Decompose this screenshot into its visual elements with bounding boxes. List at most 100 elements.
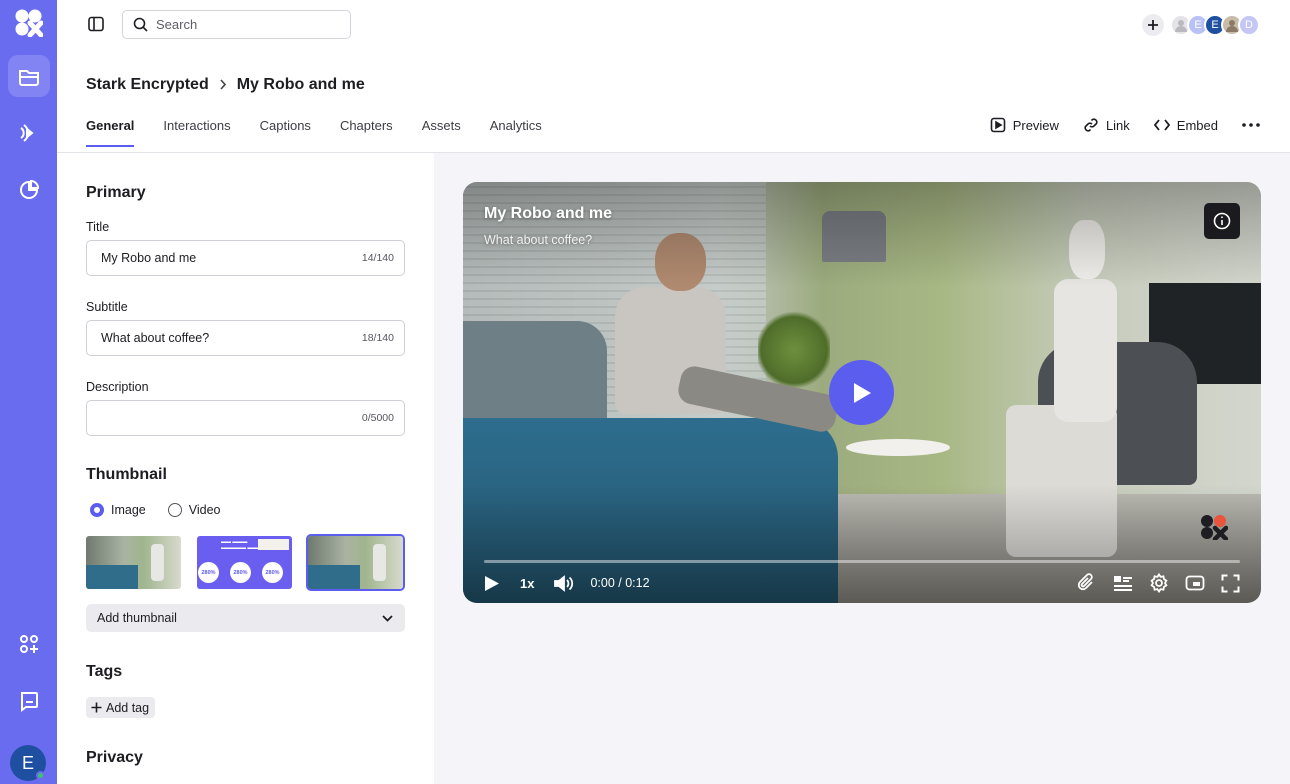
thumbnail-options: ▬▬ ▬▬▬ ▬▬▬▬▬ ▬▬▬ 280% 280% 280% bbox=[86, 534, 405, 591]
radio-video[interactable]: Video bbox=[167, 503, 221, 517]
title-char-count: 14/140 bbox=[361, 252, 394, 264]
privacy-heading: Privacy bbox=[86, 749, 143, 766]
add-tag-button[interactable]: Add tag bbox=[86, 697, 156, 718]
add-thumbnail-label: Add thumbnail bbox=[97, 611, 177, 625]
playback-speed-button[interactable]: 1x bbox=[520, 576, 534, 591]
thumbnail-scene-image bbox=[86, 536, 181, 589]
description-label: Description bbox=[86, 380, 149, 394]
subtitle-field[interactable]: What about coffee? 18/140 bbox=[86, 320, 405, 356]
radio-image[interactable]: Image bbox=[90, 503, 146, 517]
description-field[interactable]: 0/5000 bbox=[86, 400, 405, 436]
promo-card bbox=[258, 539, 289, 550]
chat-icon bbox=[18, 690, 40, 712]
radio-video-label: Video bbox=[188, 503, 221, 517]
link-button[interactable]: Link bbox=[1083, 117, 1130, 133]
plus-icon bbox=[91, 702, 102, 713]
breadcrumb-parent[interactable]: Stark Encrypted bbox=[86, 76, 209, 94]
tab-interactions[interactable]: Interactions bbox=[163, 118, 230, 147]
code-icon bbox=[1153, 118, 1170, 132]
subtitle-value: What about coffee? bbox=[101, 331, 210, 345]
user-avatar-initial: E bbox=[21, 752, 34, 773]
analytics-icon bbox=[18, 179, 40, 201]
rail-apps-button[interactable] bbox=[8, 623, 50, 665]
volume-icon[interactable] bbox=[554, 574, 574, 592]
tab-analytics[interactable]: Analytics bbox=[490, 118, 542, 147]
player-controls: 1x 0:00 / 0:12 bbox=[484, 573, 1240, 593]
search-input[interactable] bbox=[156, 17, 326, 32]
tab-captions[interactable]: Captions bbox=[260, 118, 311, 147]
rail-library-button[interactable] bbox=[8, 55, 50, 97]
preview-area: My Robo and me What about coffee? 1x 0:0… bbox=[434, 153, 1290, 784]
add-tag-label: Add tag bbox=[106, 700, 150, 715]
play-icon[interactable] bbox=[484, 575, 500, 592]
sidebar-toggle-icon[interactable] bbox=[87, 15, 105, 33]
preview-label: Preview bbox=[1012, 117, 1059, 133]
video-info-button[interactable] bbox=[1204, 203, 1240, 239]
app-logo-icon[interactable] bbox=[14, 8, 44, 38]
big-play-button[interactable] bbox=[829, 360, 894, 425]
rail-chat-button[interactable] bbox=[8, 680, 50, 722]
thumbnail-option-scene[interactable] bbox=[86, 536, 181, 589]
chevron-down-icon bbox=[382, 614, 393, 622]
embed-button[interactable]: Embed bbox=[1153, 117, 1218, 133]
user-avatar[interactable]: E bbox=[10, 745, 46, 781]
thumbnail-heading: Thumbnail bbox=[86, 466, 167, 483]
chevron-right-icon bbox=[219, 77, 227, 93]
thumbnail-option-scene-selected[interactable] bbox=[306, 534, 405, 591]
video-subtitle-overlay: What about coffee? bbox=[484, 233, 593, 247]
collaborator-initial: D bbox=[1245, 19, 1253, 31]
rail-live-button[interactable] bbox=[8, 112, 50, 154]
progress-bar[interactable] bbox=[484, 560, 1240, 563]
tags-heading: Tags bbox=[86, 663, 123, 680]
subtitle-char-count: 18/140 bbox=[361, 332, 394, 344]
video-title-overlay: My Robo and me bbox=[484, 205, 613, 222]
rail-analytics-button[interactable] bbox=[8, 169, 50, 211]
promo-stat-circle: 280% bbox=[230, 562, 251, 583]
promo-stat-circle: 280% bbox=[262, 562, 283, 583]
collaborator-initial: E bbox=[1194, 19, 1202, 31]
thumbnail-type-radios: Image Video bbox=[90, 503, 221, 517]
thumbnail-scene-image bbox=[308, 536, 403, 589]
miniplayer-icon[interactable] bbox=[1185, 575, 1205, 591]
breadcrumb: Stark Encrypted My Robo and me bbox=[86, 76, 365, 94]
title-value: My Robo and me bbox=[101, 251, 197, 265]
primary-heading: Primary bbox=[86, 184, 146, 201]
play-icon bbox=[852, 382, 872, 404]
tab-chapters[interactable]: Chapters bbox=[340, 118, 393, 147]
breadcrumb-current: My Robo and me bbox=[236, 76, 365, 93]
attachment-icon[interactable] bbox=[1077, 573, 1097, 593]
embed-label: Embed bbox=[1176, 117, 1218, 133]
plus-icon bbox=[1147, 19, 1159, 31]
tab-bar: General Interactions Captions Chapters A… bbox=[86, 118, 542, 147]
tab-assets[interactable]: Assets bbox=[422, 118, 461, 147]
subtitle-label: Subtitle bbox=[86, 300, 128, 314]
thumbnail-promo-image: ▬▬ ▬▬▬ ▬▬▬▬▬ ▬▬▬ 280% 280% 280% bbox=[197, 536, 292, 589]
title-label: Title bbox=[86, 220, 110, 234]
add-thumbnail-dropdown[interactable]: Add thumbnail bbox=[86, 604, 405, 632]
promo-stat-circle: 280% bbox=[198, 562, 219, 583]
description-char-count: 0/5000 bbox=[361, 412, 394, 424]
promo-text-lines: ▬▬ ▬▬▬ ▬▬▬▬▬ ▬▬▬ bbox=[221, 539, 263, 551]
info-icon bbox=[1213, 212, 1231, 230]
preview-button[interactable]: Preview bbox=[990, 117, 1059, 133]
thumbnail-option-promo[interactable]: ▬▬ ▬▬▬ ▬▬▬▬▬ ▬▬▬ 280% 280% 280% bbox=[197, 536, 292, 589]
search-icon bbox=[133, 17, 148, 32]
collaborator-avatar[interactable]: D bbox=[1238, 14, 1260, 36]
link-icon bbox=[1083, 117, 1099, 133]
folder-icon bbox=[18, 66, 40, 86]
radio-unselected-icon bbox=[167, 503, 182, 517]
tab-general[interactable]: General bbox=[86, 118, 135, 147]
fullscreen-icon[interactable] bbox=[1221, 574, 1240, 593]
settings-gear-icon[interactable] bbox=[1149, 573, 1169, 593]
more-options-button[interactable] bbox=[1242, 123, 1260, 127]
chapters-icon[interactable] bbox=[1113, 574, 1133, 592]
video-player[interactable]: My Robo and me What about coffee? 1x 0:0… bbox=[463, 182, 1261, 603]
preview-icon bbox=[990, 117, 1006, 133]
apps-add-icon bbox=[18, 633, 40, 655]
add-button[interactable] bbox=[1142, 14, 1164, 36]
collaborator-initial: E bbox=[1211, 19, 1219, 31]
search-box[interactable] bbox=[122, 10, 351, 39]
title-field[interactable]: My Robo and me 14/140 bbox=[86, 240, 405, 276]
link-label: Link bbox=[1105, 117, 1130, 133]
broadcast-icon bbox=[18, 122, 40, 144]
